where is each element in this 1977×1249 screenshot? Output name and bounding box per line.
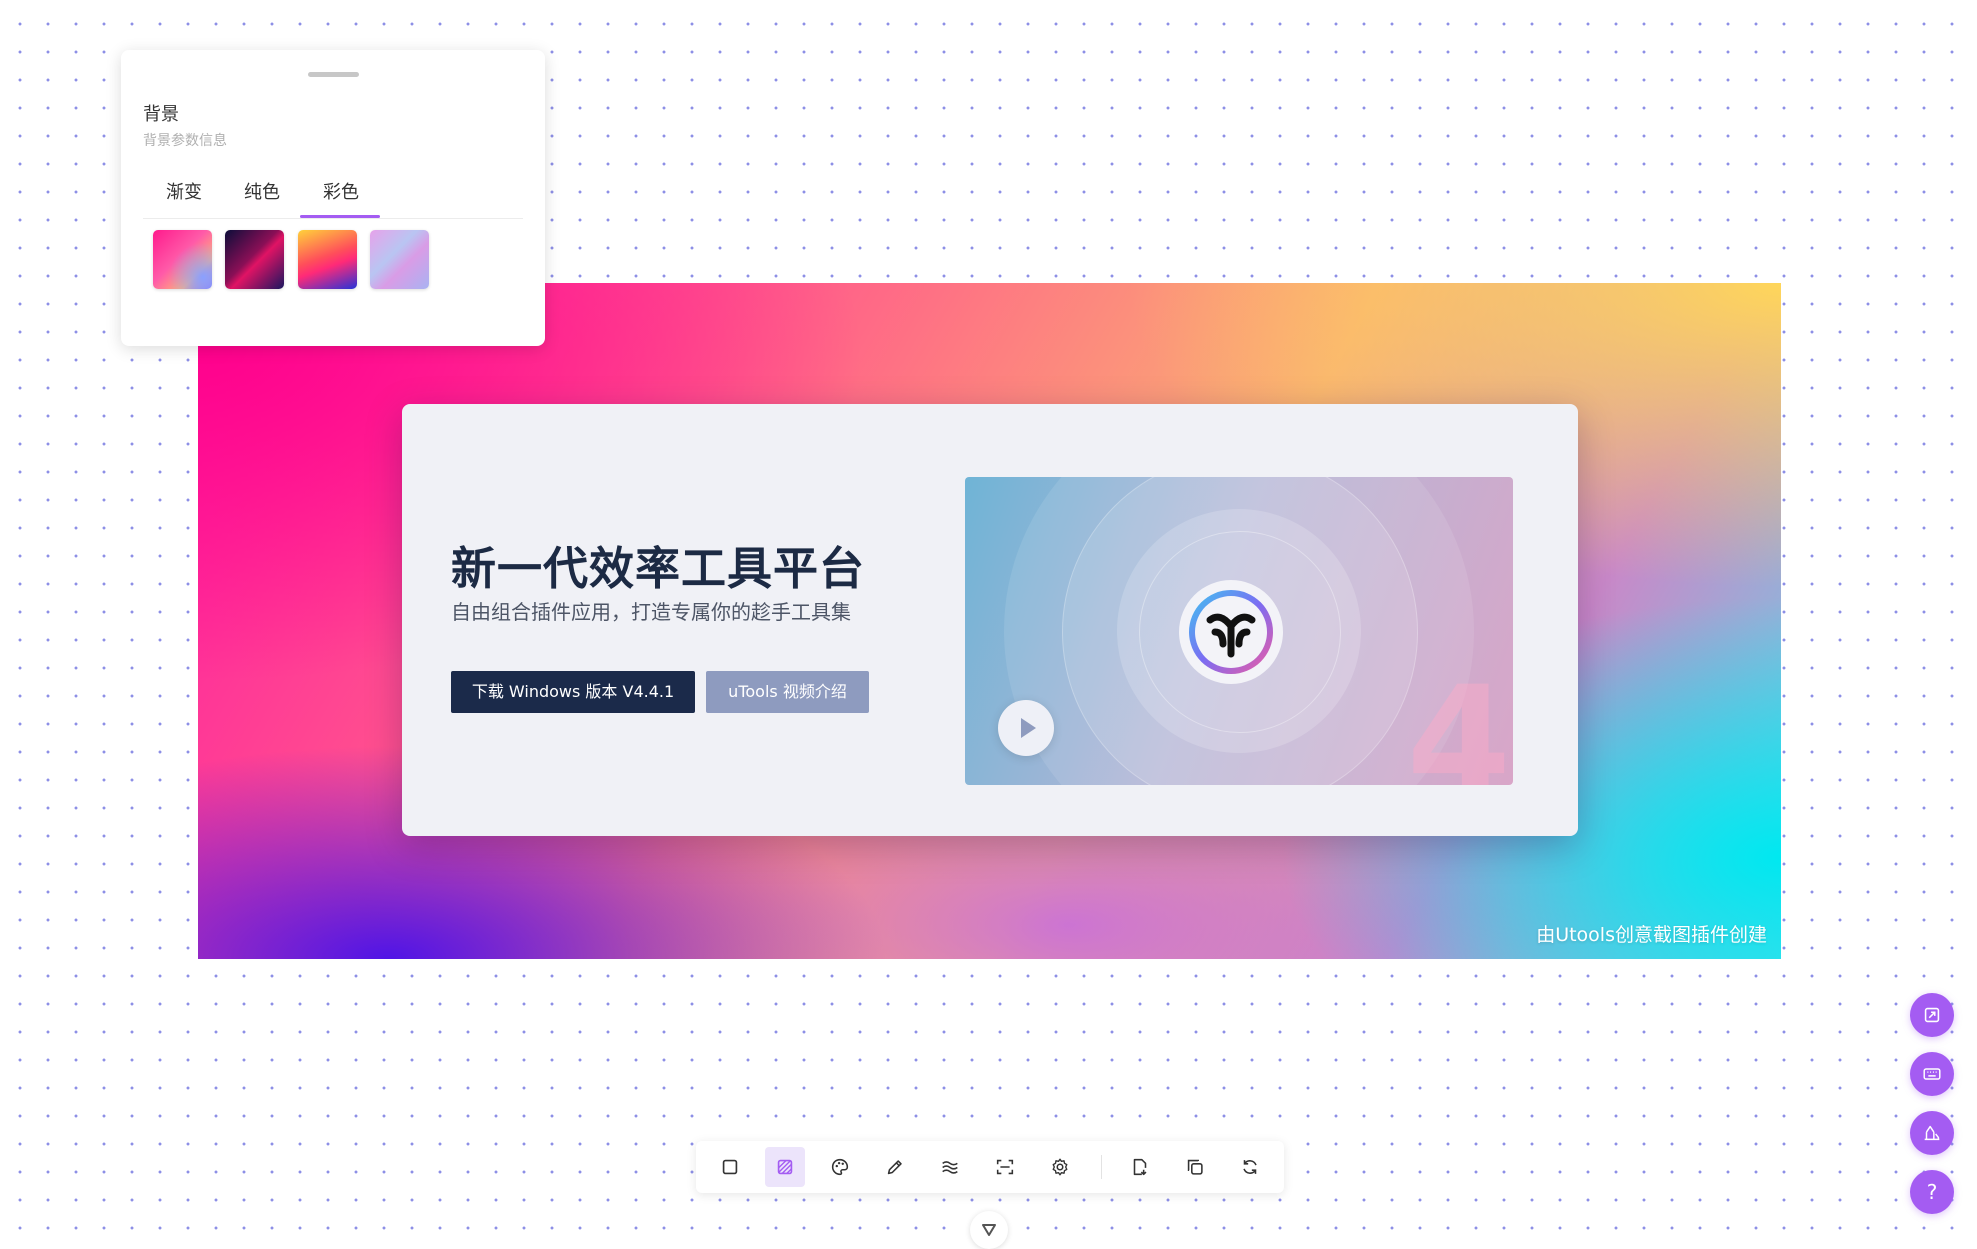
save-file-icon <box>1133 1158 1147 1176</box>
background-settings-panel: 背景 背景参数信息 渐变 纯色 彩色 <box>121 50 545 346</box>
background-tool-button[interactable] <box>765 1147 805 1187</box>
swatch-gradient-dark-navy-red[interactable] <box>225 230 284 289</box>
reset-button[interactable] <box>1230 1147 1270 1187</box>
keyboard-icon <box>1923 1068 1941 1080</box>
chart-icon <box>1924 1125 1940 1141</box>
shortcuts-button[interactable] <box>1910 1052 1954 1096</box>
panel-title: 背景 <box>143 104 179 125</box>
utools-logo-icon <box>1179 580 1283 684</box>
active-tab-indicator <box>300 215 380 218</box>
version-watermark: 4 <box>1406 655 1511 785</box>
pen-icon <box>887 1160 902 1175</box>
background-icon <box>777 1159 793 1175</box>
tab-bar: 渐变 纯色 彩色 <box>143 168 523 219</box>
toolbar-divider <box>1101 1155 1102 1179</box>
swatch-gradient-lilac-pastel[interactable] <box>370 230 429 289</box>
palette-tool-button[interactable] <box>820 1147 860 1187</box>
play-icon <box>1021 718 1036 738</box>
pin-icon <box>1924 1007 1940 1023</box>
palette-icon <box>831 1158 849 1176</box>
stats-button[interactable] <box>1910 1111 1954 1155</box>
swatch-gradient-pink-blue[interactable] <box>153 230 212 289</box>
video-intro-button[interactable]: uTools 视频介绍 <box>706 671 869 713</box>
content-card: 新一代效率工具平台 自由组合插件应用，打造专属你的趁手工具集 下载 Window… <box>402 404 1578 836</box>
gear-icon <box>1052 1158 1068 1176</box>
pin-button[interactable] <box>1910 993 1954 1037</box>
pen-tool-button[interactable] <box>875 1147 915 1187</box>
drag-handle[interactable] <box>308 72 359 77</box>
chevron-down-icon <box>982 1224 996 1236</box>
hero-subtitle: 自由组合插件应用，打造专属你的趁手工具集 <box>451 600 851 624</box>
help-button[interactable]: ? <box>1910 1170 1954 1214</box>
crop-tool-button[interactable] <box>710 1147 750 1187</box>
settings-button[interactable] <box>1040 1147 1080 1187</box>
blur-tool-button[interactable] <box>930 1147 970 1187</box>
play-button[interactable] <box>998 700 1054 756</box>
copy-button[interactable] <box>1175 1147 1215 1187</box>
refresh-icon <box>1243 1160 1257 1174</box>
screenshot-canvas[interactable]: 新一代效率工具平台 自由组合插件应用，打造专属你的趁手工具集 下载 Window… <box>198 283 1781 959</box>
tab-gradient[interactable]: 渐变 <box>166 178 202 204</box>
panel-subtitle: 背景参数信息 <box>143 133 227 149</box>
swatch-gradient-yellow-red-blue[interactable] <box>298 230 357 289</box>
help-icon: ? <box>1926 1180 1938 1204</box>
collapse-toolbar-button[interactable] <box>970 1211 1008 1249</box>
scan-icon <box>996 1159 1014 1175</box>
scan-tool-button[interactable] <box>985 1147 1025 1187</box>
bottom-toolbar <box>696 1141 1284 1193</box>
hero-title: 新一代效率工具平台 <box>451 542 866 595</box>
tab-solid[interactable]: 纯色 <box>244 178 280 204</box>
crop-icon <box>722 1159 738 1175</box>
save-button[interactable] <box>1120 1147 1160 1187</box>
copy-icon <box>1187 1159 1203 1175</box>
waves-icon <box>942 1161 958 1174</box>
credit-watermark: 由Utools创意截图插件创建 <box>1536 924 1767 946</box>
download-button[interactable]: 下载 Windows 版本 V4.4.1 <box>451 671 695 713</box>
tab-colorful[interactable]: 彩色 <box>323 178 359 204</box>
video-preview[interactable]: 4 <box>965 477 1513 785</box>
